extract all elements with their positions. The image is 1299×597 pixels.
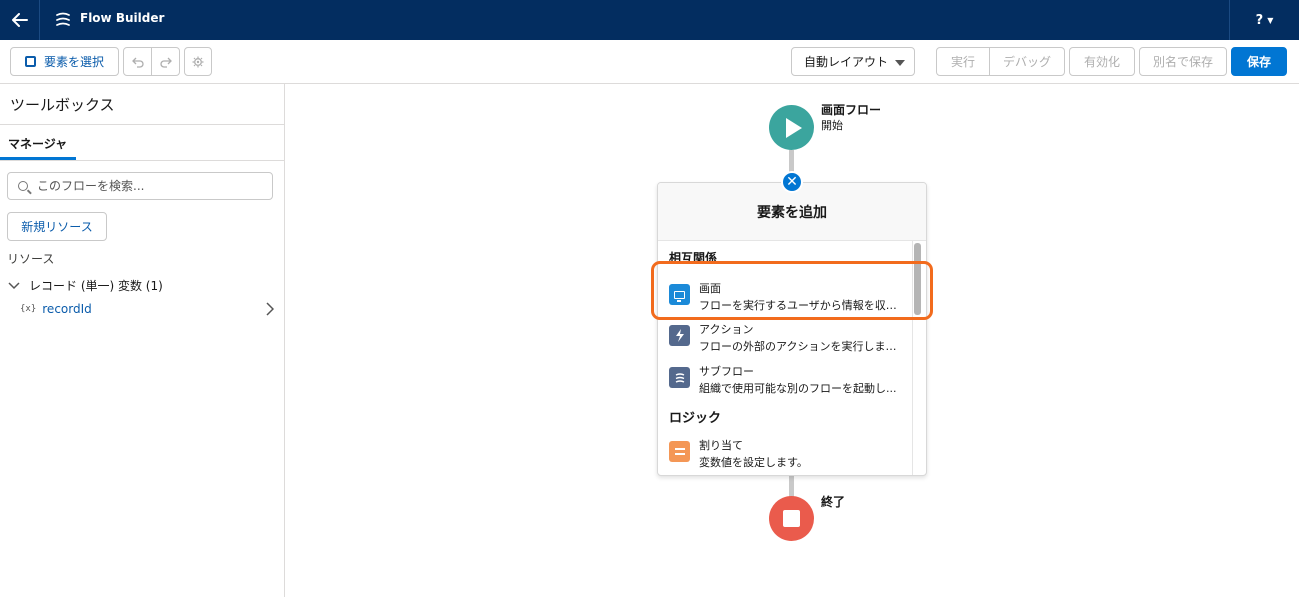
screen-icon <box>669 284 690 305</box>
chevron-down-icon <box>8 281 20 289</box>
help-menu-button[interactable]: ? ▼ <box>1229 0 1299 40</box>
divider <box>0 160 284 161</box>
undo-icon <box>131 57 144 68</box>
select-elements-button[interactable]: 要素を選択 <box>10 47 119 76</box>
subflow-icon <box>669 367 690 388</box>
run-button[interactable]: 実行 <box>937 48 990 75</box>
end-node-label: 終了 <box>821 495 846 509</box>
tab-manager[interactable]: マネージャ <box>8 135 67 152</box>
end-node[interactable] <box>769 496 814 541</box>
element-item-label: 割り当て <box>699 439 743 452</box>
element-item-desc: フローを実行するユーザから情報を収集... <box>699 299 904 312</box>
back-button[interactable] <box>0 0 40 40</box>
resource-group-label: レコード (単一) 変数 (1) <box>29 279 163 293</box>
resource-item-label: recordId <box>42 302 92 316</box>
activate-button[interactable]: 有効化 <box>1069 47 1135 76</box>
undo-redo-group <box>123 47 180 76</box>
resources-label: リソース <box>7 252 55 266</box>
start-node[interactable] <box>769 105 814 150</box>
search-input[interactable] <box>37 179 257 193</box>
assignment-icon <box>669 441 690 462</box>
lightning-icon <box>669 325 690 346</box>
new-resource-button[interactable]: 新規リソース <box>7 212 107 241</box>
app-header: Flow Builder ? ▼ <box>0 0 1299 40</box>
layout-select-value: 自動レイアウト <box>804 55 889 69</box>
element-item-label: サブフロー <box>699 365 754 378</box>
variable-icon: {x} <box>20 304 37 314</box>
scrollbar-track <box>912 241 913 475</box>
element-item-screen[interactable]: 画面 フローを実行するユーザから情報を収集... <box>669 280 909 318</box>
save-as-button[interactable]: 別名で保存 <box>1139 47 1227 76</box>
flow-search-box[interactable] <box>7 172 273 200</box>
element-item-assignment[interactable]: 割り当て 変数値を設定します。 <box>669 437 909 475</box>
app-title: Flow Builder <box>80 11 165 25</box>
divider <box>0 124 284 125</box>
save-button[interactable]: 保存 <box>1231 47 1287 76</box>
arrow-left-icon <box>11 13 28 27</box>
element-item-desc: 組織で使用可能な別のフローを起動し... <box>699 382 897 395</box>
play-icon <box>786 117 802 138</box>
element-item-subflow[interactable]: サブフロー 組織で使用可能な別のフローを起動し... <box>669 363 909 401</box>
element-item-desc: フローの外部のアクションを実行します... <box>699 340 904 353</box>
add-element-popover: 要素を追加 相互関係 画面 フローを実行するユーザから情報を収集... アクショ… <box>657 182 927 476</box>
section-interaction-title: 相互関係 <box>669 251 718 265</box>
toolbox-title: ツールボックス <box>10 96 115 114</box>
close-icon: ✕ <box>786 174 798 190</box>
flow-logo-icon <box>56 12 70 26</box>
chevron-right-icon <box>266 302 274 316</box>
resource-item-recordid[interactable]: {x} recordId <box>20 300 278 318</box>
select-icon <box>24 56 36 67</box>
element-item-desc: 変数値を設定します。 <box>699 456 808 469</box>
scrollbar-thumb[interactable] <box>914 243 921 315</box>
toolbar: 要素を選択 自動レイアウト 実行 デバッグ 有効化 別名で保存 保存 <box>0 40 1299 84</box>
stop-icon <box>783 510 800 527</box>
help-icon: ? <box>1255 12 1264 28</box>
toolbox-sidebar: ツールボックス マネージャ 新規リソース リソース レコード (単一) 変数 (… <box>0 84 285 597</box>
dropdown-arrow-icon <box>895 60 905 66</box>
redo-icon <box>159 57 172 68</box>
start-node-title: 画面フロー <box>821 103 882 117</box>
gear-icon <box>192 56 204 67</box>
search-icon <box>18 181 28 191</box>
connector-line <box>789 475 794 497</box>
select-elements-label: 要素を選択 <box>43 55 104 69</box>
element-item-label: 画面 <box>699 282 721 295</box>
element-item-label: アクション <box>699 323 754 336</box>
chevron-down-icon: ▼ <box>1267 15 1274 25</box>
section-logic-title: ロジック <box>669 411 722 426</box>
element-item-action[interactable]: アクション フローの外部のアクションを実行します... <box>669 321 909 359</box>
undo-button[interactable] <box>124 48 151 75</box>
start-node-subtitle: 開始 <box>821 119 843 132</box>
settings-button[interactable] <box>184 47 212 76</box>
run-debug-group: 実行 デバッグ <box>936 47 1065 76</box>
close-add-element-button[interactable]: ✕ <box>781 171 803 193</box>
redo-button[interactable] <box>151 48 179 75</box>
layout-select[interactable]: 自動レイアウト <box>791 47 915 76</box>
debug-button[interactable]: デバッグ <box>990 48 1064 75</box>
resource-group-toggle[interactable]: レコード (単一) 変数 (1) <box>8 277 163 294</box>
